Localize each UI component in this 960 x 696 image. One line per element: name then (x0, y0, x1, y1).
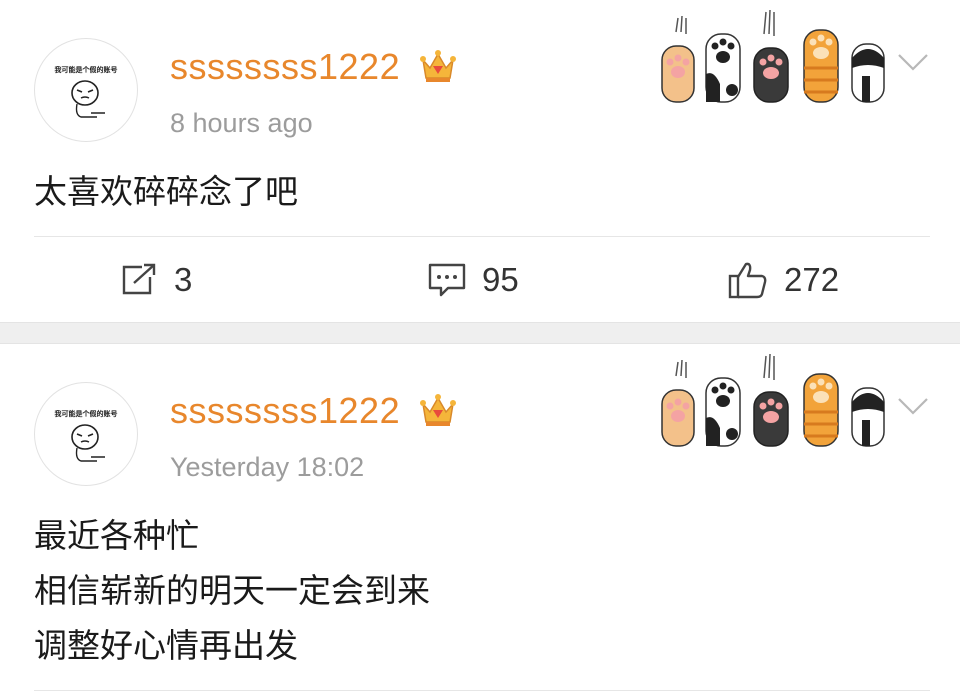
post-timestamp: 8 hours ago (170, 108, 313, 138)
repost-icon (122, 263, 156, 295)
content-line: 调整好心情再出发 (34, 626, 298, 665)
avatar-face-icon (71, 80, 105, 118)
avatar[interactable]: 我可能是个假的账号 (34, 382, 138, 486)
chevron-down-icon[interactable] (896, 50, 930, 74)
username[interactable]: ssssssss1222 (170, 390, 400, 432)
like-icon (728, 262, 767, 299)
avatar-caption: 我可能是个假的账号 (54, 66, 118, 74)
repost-button[interactable]: 3 (120, 258, 192, 302)
divider (34, 236, 930, 237)
username[interactable]: ssssssss1222 (170, 46, 400, 88)
content-line: 相信崭新的明天一定会到来 (34, 571, 430, 610)
cat-paws-decoration (661, 353, 885, 447)
content-line: 太喜欢碎碎念了吧 (34, 172, 298, 211)
avatar-face-icon (71, 424, 105, 462)
like-count: 272 (784, 261, 840, 298)
post-card-1: 我可能是个假的账号 ssssssss1222 8 hours ago 太喜欢碎碎… (0, 0, 960, 322)
post-separator (0, 322, 960, 344)
cat-paws-decoration (661, 9, 885, 103)
divider (34, 690, 930, 691)
comment-icon (428, 263, 466, 297)
comment-count: 95 (482, 261, 519, 298)
avatar[interactable]: 我可能是个假的账号 (34, 38, 138, 142)
like-button[interactable]: 272 (728, 258, 839, 302)
post-card-2: 我可能是个假的账号 ssssssss1222 Yesterday 18:02 最… (0, 344, 960, 696)
repost-count: 3 (174, 261, 193, 298)
avatar-caption: 我可能是个假的账号 (54, 410, 118, 418)
crown-icon (420, 50, 456, 82)
comment-button[interactable]: 95 (428, 258, 519, 302)
content-line: 最近各种忙 (34, 516, 199, 555)
crown-icon (420, 394, 456, 426)
post-content: 太喜欢碎碎念了吧 (34, 164, 298, 219)
post-content: 最近各种忙 相信崭新的明天一定会到来 调整好心情再出发 (34, 508, 430, 673)
chevron-down-icon[interactable] (896, 394, 930, 418)
post-timestamp: Yesterday 18:02 (170, 452, 365, 482)
